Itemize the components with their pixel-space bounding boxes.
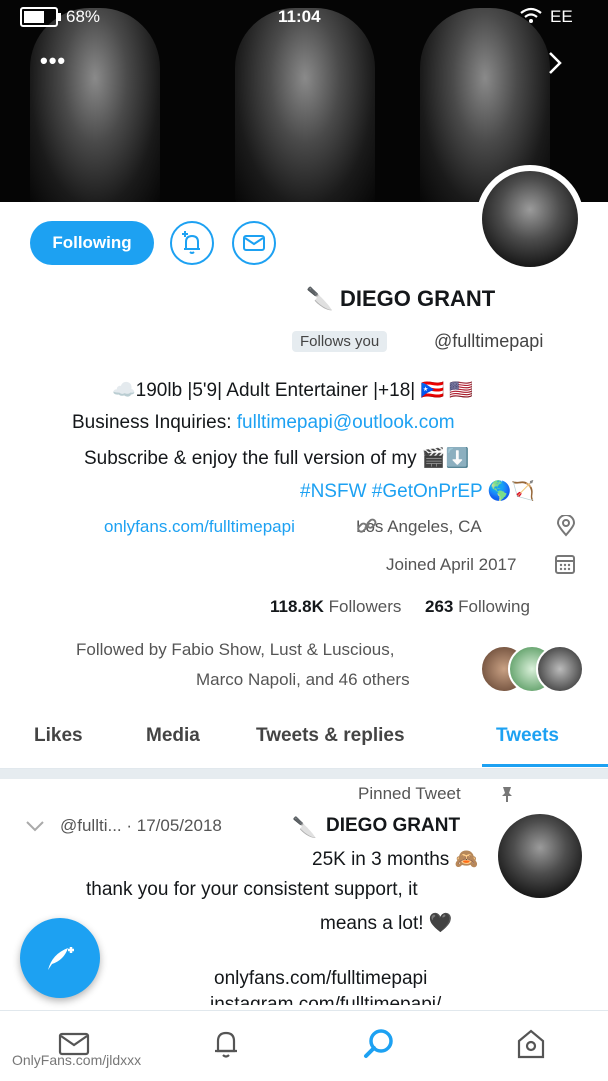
bio-text: Business Inquiries: — [72, 412, 237, 433]
notify-button[interactable] — [170, 221, 214, 265]
follow-counts: 118.8K Followers 263 Following — [270, 597, 530, 617]
watermark: OnlyFans.com/jldxxx — [12, 1052, 142, 1068]
chevron-down-icon[interactable] — [24, 818, 46, 834]
message-button[interactable] — [232, 221, 276, 265]
following-label[interactable]: Following — [458, 597, 530, 616]
battery-percent: 68% — [66, 7, 101, 26]
bio-line: ☁️190lb |5'9| Adult Entertainer |+18| 🇵🇷… — [112, 380, 474, 401]
email-link[interactable]: fulltimepapi@outlook.com — [237, 412, 455, 433]
tweet-link[interactable]: onlyfans.com/fulltimepapi — [214, 968, 427, 990]
bio-line: #NSFW #GetOnPrEP 🌎🏹 — [300, 479, 535, 503]
chevron-right-icon[interactable] — [545, 50, 565, 76]
clock: 11:04 — [278, 7, 321, 26]
website-link[interactable]: onlyfans.com/fulltimepapi — [104, 517, 295, 537]
bell-plus-icon — [182, 231, 200, 254]
link-icon — [357, 518, 377, 533]
search-icon[interactable] — [362, 1027, 396, 1061]
following-button[interactable]: Following — [30, 221, 154, 265]
name-emoji: 🔪 — [306, 286, 334, 311]
joined-date: Joined April 2017 — [386, 555, 517, 574]
bio-line: Business Inquiries: fulltimepapi@outlook… — [72, 412, 455, 434]
followers-label[interactable]: Followers — [329, 597, 402, 616]
profile-handle: @fulltimepapi — [434, 331, 544, 351]
avatar-photo — [482, 171, 578, 267]
status-bar: 68% 11:04 EE — [0, 0, 608, 32]
tab-likes[interactable]: Likes — [34, 725, 83, 747]
follower-avatar — [536, 645, 584, 693]
tweet-author[interactable]: DIEGO GRANT — [326, 815, 460, 837]
more-options-icon[interactable]: ••• — [40, 48, 66, 74]
avatar[interactable] — [476, 165, 584, 273]
home-icon[interactable] — [514, 1027, 548, 1061]
location-pin-icon — [556, 515, 576, 537]
pinned-label: Pinned Tweet — [358, 784, 461, 803]
follows-you-badge: Follows you — [292, 331, 388, 352]
pin-icon — [502, 787, 512, 802]
compose-button[interactable] — [20, 918, 100, 998]
banner-photo-figure — [235, 8, 375, 202]
bell-icon[interactable] — [210, 1027, 242, 1061]
followers-count[interactable]: 118.8K — [270, 597, 324, 616]
tweet-text: means a lot! 🖤 — [320, 913, 453, 934]
active-tab-indicator — [482, 764, 608, 767]
tweet-avatar[interactable] — [498, 814, 582, 898]
followed-by-line[interactable]: Marco Napoli, and 46 others — [196, 670, 410, 690]
wifi-icon — [520, 7, 542, 23]
tweet-text: thank you for your consistent support, i… — [86, 879, 418, 900]
followed-by-line[interactable]: Followed by Fabio Show, Lust & Luscious, — [76, 640, 394, 660]
tab-tweets-replies[interactable]: Tweets & replies — [256, 725, 405, 747]
tweet-text: 25K in 3 months 🙈 — [312, 849, 479, 870]
banner-photo-figure — [30, 8, 160, 202]
bio-emoji: 🌎🏹 — [487, 481, 535, 502]
calendar-icon — [555, 555, 575, 574]
profile-name: DIEGO GRANT — [340, 286, 496, 311]
bio-line: Subscribe & enjoy the full version of my… — [84, 448, 470, 469]
battery-icon — [20, 7, 61, 27]
tweet-meta: @fullti... · 17/05/2018 — [60, 816, 222, 835]
compose-icon — [48, 947, 74, 970]
hashtags[interactable]: #NSFW #GetOnPrEP — [300, 481, 482, 502]
following-count[interactable]: 263 — [425, 597, 453, 616]
mail-icon — [243, 235, 265, 251]
divider — [0, 769, 608, 779]
bottom-nav — [0, 1010, 608, 1081]
battery-level — [24, 11, 44, 23]
tweet-author-emoji: 🔪 — [292, 817, 317, 839]
tab-tweets[interactable]: Tweets — [496, 725, 559, 747]
profile-tabs: Tweets Tweets & replies Media Likes — [0, 712, 608, 769]
tab-media[interactable]: Media — [146, 725, 200, 747]
carrier: EE — [550, 7, 573, 26]
